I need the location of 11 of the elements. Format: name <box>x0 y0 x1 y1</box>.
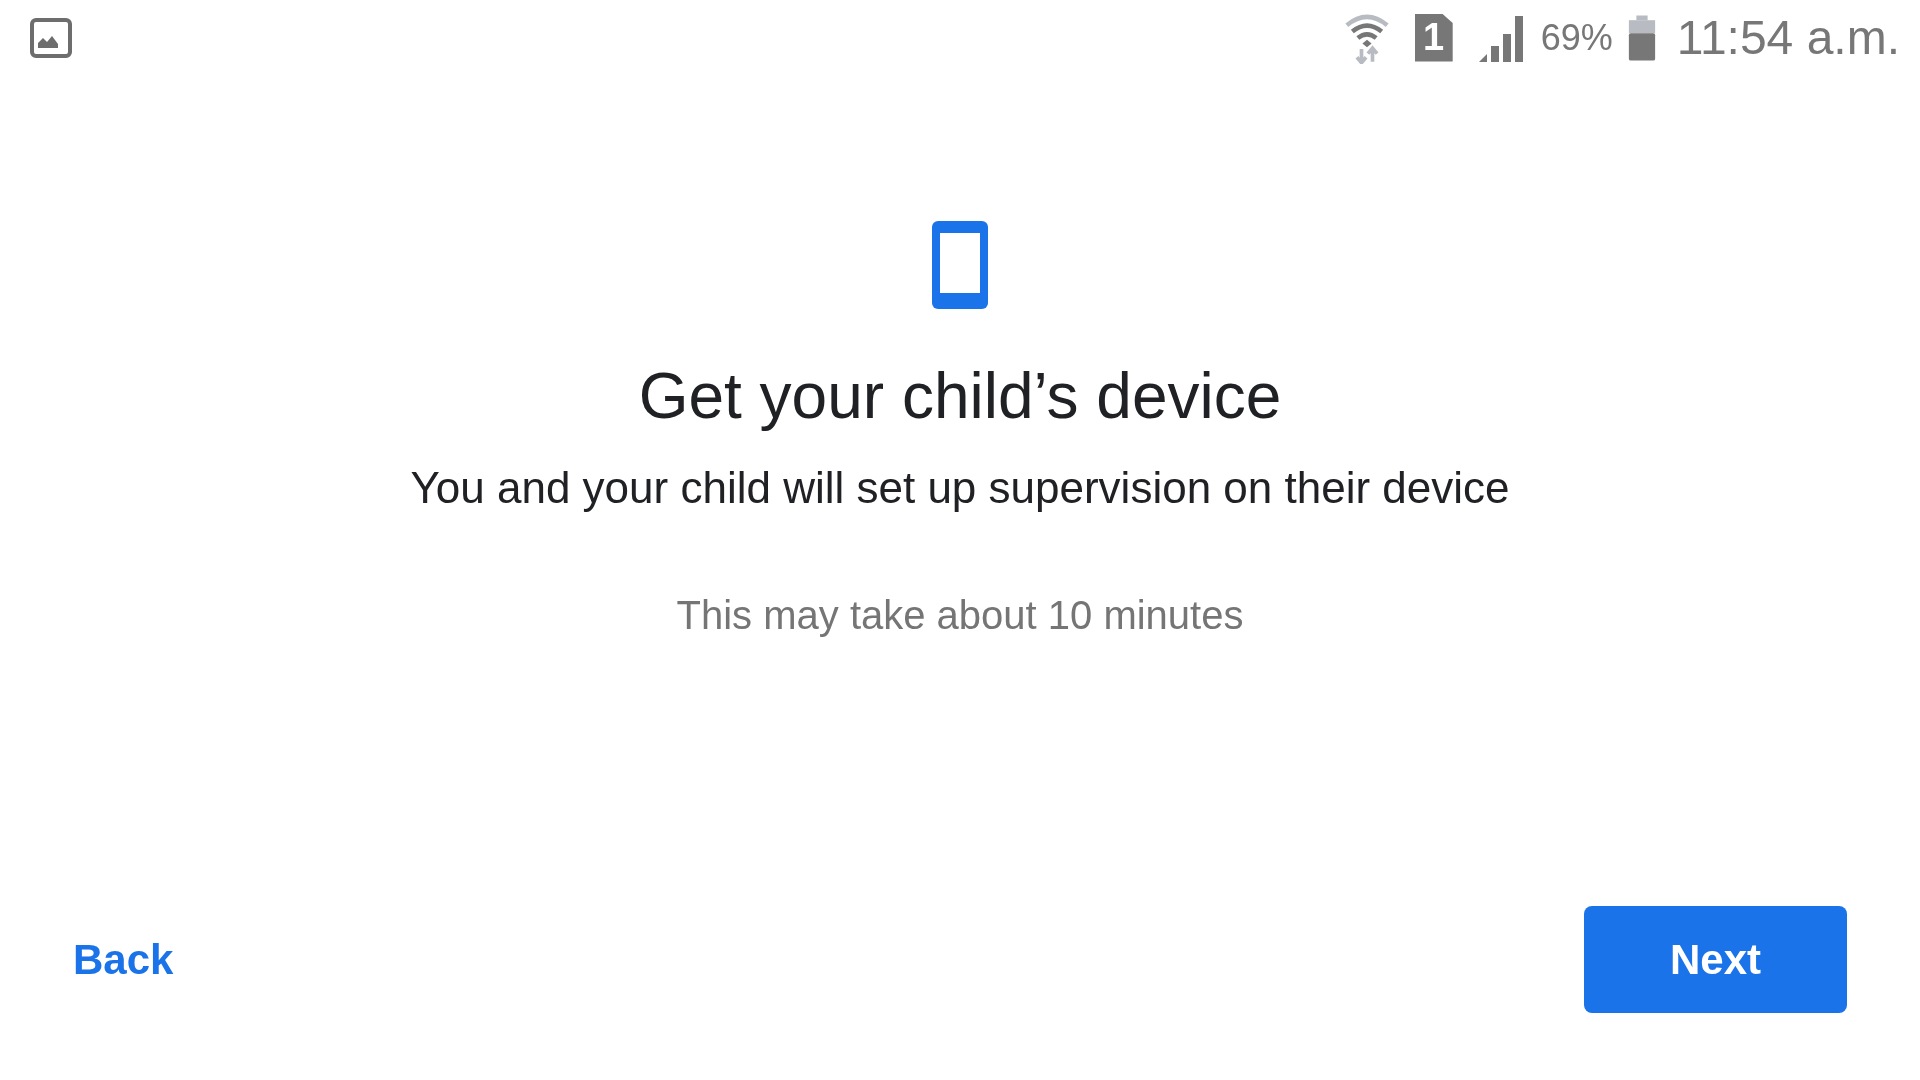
back-button[interactable]: Back <box>73 935 174 984</box>
sim-card-icon: 1 <box>1414 13 1453 62</box>
battery-percentage: 69% <box>1540 16 1613 59</box>
phone-icon <box>932 221 988 309</box>
page-title: Get your child’s device <box>638 359 1282 433</box>
next-button[interactable]: Next <box>1584 906 1847 1013</box>
clock: 11:54 a.m. <box>1676 10 1900 65</box>
battery-icon <box>1626 13 1657 62</box>
gallery-icon <box>30 17 72 58</box>
duration-note: This may take about 10 minutes <box>676 593 1244 638</box>
subtitle: You and your child will set up supervision on their device <box>410 463 1510 513</box>
